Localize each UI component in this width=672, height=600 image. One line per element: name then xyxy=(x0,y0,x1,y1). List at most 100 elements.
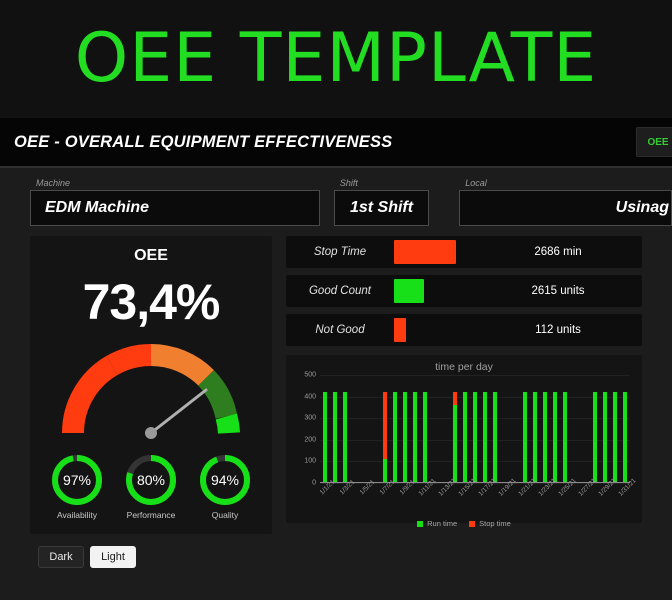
chart-x-tick-slot xyxy=(530,483,540,521)
chart-y-tick-label: 200 xyxy=(304,436,316,444)
chart-bar xyxy=(490,375,500,483)
chart-bar-run-segment xyxy=(493,392,497,483)
kpi-stop-time-value: 2686 min xyxy=(534,246,582,258)
dashboard-main: OEE 73,4% 97% Availability 80% Performan… xyxy=(0,232,672,534)
chart-bar-run-segment xyxy=(413,392,417,483)
filter-machine-value[interactable]: EDM Machine xyxy=(30,190,320,226)
chart-bar-run-segment xyxy=(563,392,567,483)
oee-tab-button[interactable]: OEE xyxy=(636,127,672,157)
chart-bar-stop-segment xyxy=(383,392,387,460)
chart-x-tick-slot: 1/23/21 xyxy=(537,477,557,521)
filter-shift-label: Shift xyxy=(339,178,358,188)
chart-bar xyxy=(530,375,540,483)
chart-x-tick-slot xyxy=(570,483,580,521)
chart-x-tick-slot: 1/9/21 xyxy=(399,479,417,521)
chart-bars xyxy=(320,375,630,483)
filter-local-value[interactable]: Usinag xyxy=(459,190,672,226)
filter-shift-value[interactable]: 1st Shift xyxy=(333,190,430,226)
chart-x-tick-slot: 1/3/21 xyxy=(339,479,357,521)
chart-bar-run-segment xyxy=(523,392,527,483)
filter-local-label: Local xyxy=(465,178,487,188)
donut-performance-value: 80% xyxy=(136,472,166,488)
theme-dark-button[interactable]: Dark xyxy=(38,546,84,568)
filter-machine[interactable]: Machine EDM Machine xyxy=(30,178,320,226)
kpi-good-count-value: 2615 units xyxy=(531,285,585,297)
chart-bar xyxy=(370,375,380,483)
chart-x-tick-slot: 1/17/21 xyxy=(477,477,497,521)
chart-bar xyxy=(420,375,430,483)
chart-x-tick-slot xyxy=(370,483,380,521)
oee-value: 73,4% xyxy=(82,274,221,330)
kpi-good-count: Good Count 2615 units xyxy=(286,275,642,307)
chart-bar-run-segment xyxy=(593,392,597,483)
chart-x-tick-slot xyxy=(610,483,620,521)
chart-x-tick-slot: 1/13/21 xyxy=(437,477,457,521)
kpi-stop-time: Stop Time 2686 min xyxy=(286,236,642,268)
chart-bar xyxy=(550,375,560,483)
filter-local[interactable]: Local Usinag xyxy=(459,178,672,226)
chart-bar-run-segment xyxy=(393,392,397,483)
filter-shift[interactable]: Shift 1st Shift xyxy=(333,178,430,226)
kpi-good-count-bar xyxy=(394,279,424,303)
chart-x-tick-slot xyxy=(410,483,420,521)
chart-x-tick-slot xyxy=(590,483,600,521)
chart-x-tick-slot: 1/1/21 xyxy=(319,479,337,521)
kpi-stop-time-bar xyxy=(394,240,456,264)
filter-machine-label: Machine xyxy=(36,178,71,188)
chart-bar xyxy=(390,375,400,483)
chart-bar xyxy=(330,375,340,483)
chart-bar xyxy=(520,375,530,483)
donut-performance: 80% Performance xyxy=(123,452,179,520)
chart-bar xyxy=(540,375,550,483)
chart-x-tick-slot: 1/29/21 xyxy=(597,477,617,521)
chart-bar xyxy=(510,375,520,483)
chart-bar xyxy=(400,375,410,483)
chart-bar-run-segment xyxy=(483,392,487,483)
oee-panel: OEE 73,4% 97% Availability 80% Performan… xyxy=(30,236,272,534)
chart-x-tick-slot: 1/27/21 xyxy=(577,477,597,521)
chart-title: time per day xyxy=(435,361,493,373)
chart-bar-run-segment xyxy=(603,392,607,483)
chart-bar xyxy=(440,375,450,483)
chart-plot-area: 500 400 300 200 100 0 xyxy=(304,372,630,487)
kpi-not-good-bar xyxy=(394,318,406,342)
chart-bar-run-segment xyxy=(473,392,477,483)
filter-bar: Machine EDM Machine Shift 1st Shift Loca… xyxy=(0,168,672,232)
chart-bar xyxy=(410,375,420,483)
kpi-good-count-bar-zone xyxy=(394,279,502,303)
time-per-day-chart: time per day 500 400 300 200 100 0 1/1/21 1/3/… xyxy=(286,355,642,528)
chart-x-tick-slot xyxy=(550,483,560,521)
chart-bar xyxy=(380,375,390,483)
chart-bar xyxy=(460,375,470,483)
banner-title: OEE TEMPLATE xyxy=(74,19,598,98)
chart-bar-run-segment xyxy=(343,392,347,483)
chart-bar-run-segment xyxy=(613,392,617,483)
chart-x-tick-slot xyxy=(350,483,360,521)
chart-legend-swatch xyxy=(469,520,476,527)
kpi-not-good-bar-zone xyxy=(394,318,502,342)
kpi-stop-time-bar-zone xyxy=(394,240,502,264)
kpi-not-good-value: 112 units xyxy=(535,324,581,336)
chart-x-tick-slot: 1/11/21 xyxy=(417,477,437,521)
gauge-hub xyxy=(145,427,157,439)
chart-bar xyxy=(590,375,600,483)
chart-bar xyxy=(450,375,460,483)
donut-quality-label: Quality xyxy=(211,510,239,520)
gauge-segment-green xyxy=(215,413,240,434)
chart-x-tick-slot: 1/21/21 xyxy=(517,477,537,521)
dashboard-header: OEE - OVERALL EQUIPMENT EFFECTIVENESS OE… xyxy=(0,118,672,168)
chart-bar-stop-segment xyxy=(453,392,457,406)
donut-quality-value: 94% xyxy=(210,472,240,488)
theme-light-button[interactable]: Light xyxy=(90,546,136,568)
donut-quality: 94% Quality xyxy=(197,452,253,520)
chart-bar xyxy=(320,375,330,483)
donut-performance-label: Performance xyxy=(126,510,176,520)
chart-bar-run-segment xyxy=(323,392,327,483)
chart-y-tick-label: 100 xyxy=(304,457,316,465)
chart-bar xyxy=(430,375,440,483)
chart-bar xyxy=(360,375,370,483)
chart-bar-run-segment xyxy=(623,392,627,483)
chart-x-tick-slot xyxy=(450,483,460,521)
donut-availability: 97% Availability xyxy=(49,452,105,520)
chart-bar xyxy=(480,375,490,483)
